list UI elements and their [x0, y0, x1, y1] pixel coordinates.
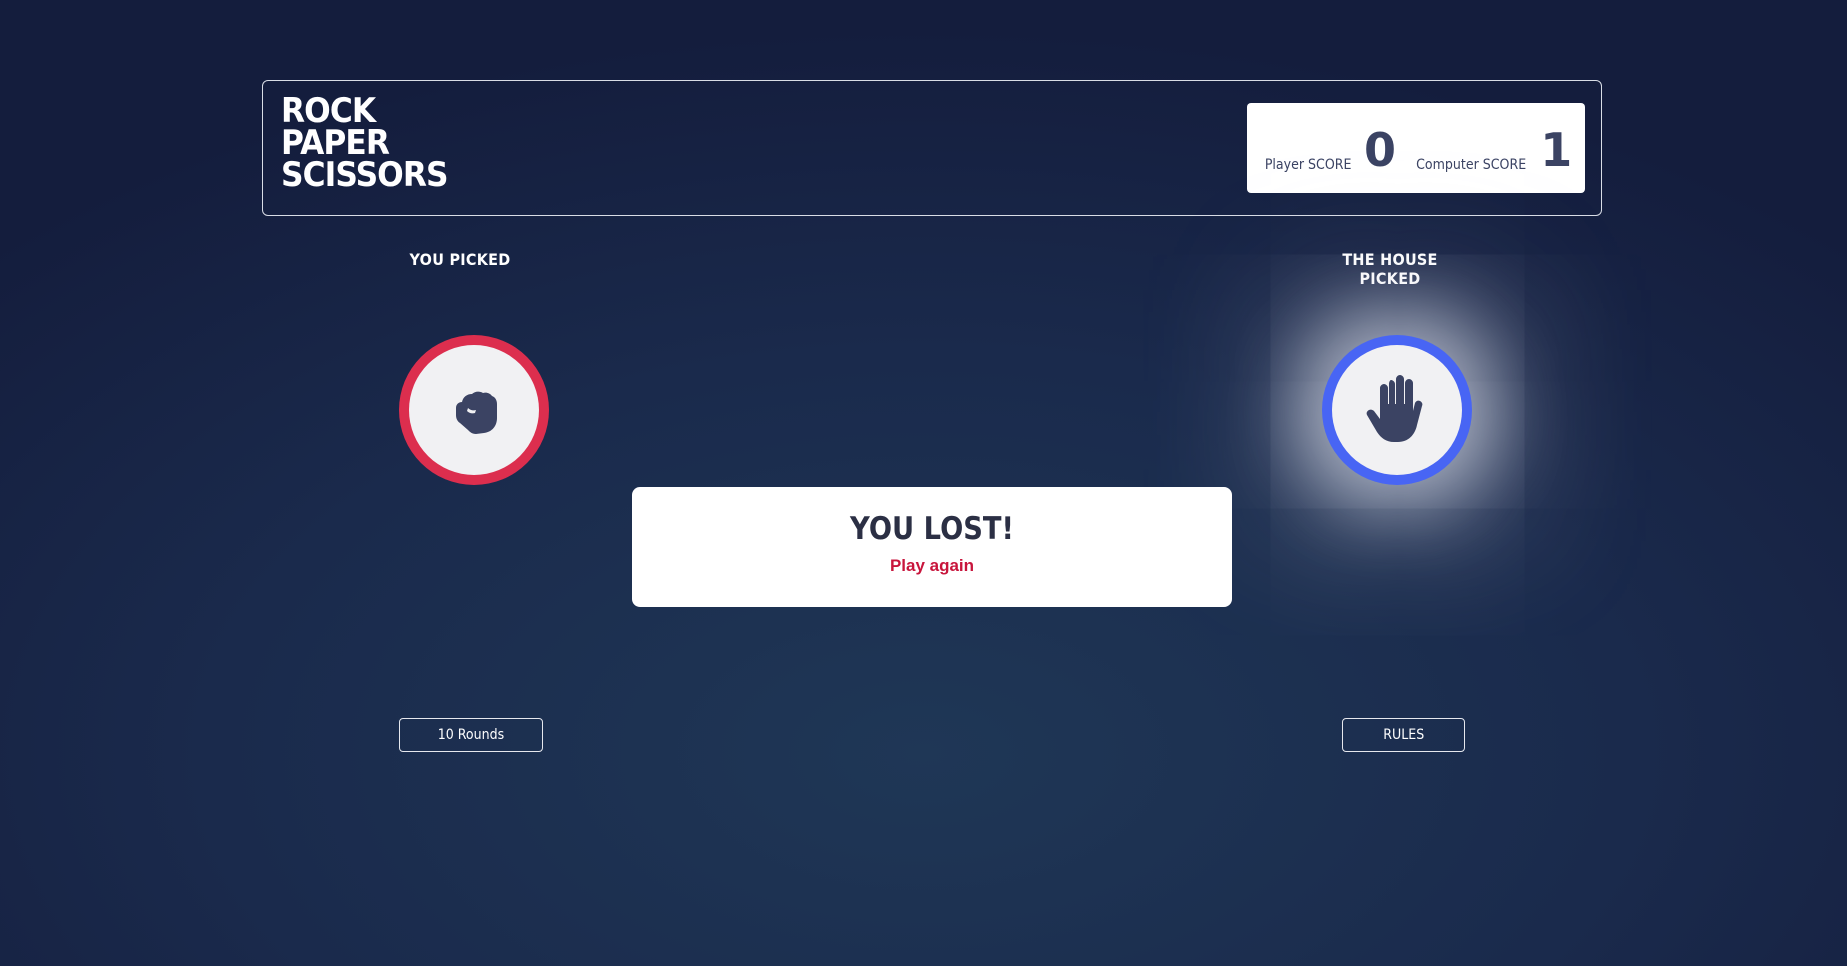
title-line-scissors: SCISSORS	[281, 155, 449, 195]
computer-score-value: 1	[1540, 123, 1573, 177]
score-box: Player SCORE 0 Computer SCORE 1	[1247, 103, 1585, 193]
paper-icon	[1366, 375, 1423, 442]
house-choice-token	[1322, 335, 1472, 485]
rounds-button[interactable]: 10 Rounds	[399, 718, 543, 752]
play-again-button[interactable]: Play again	[632, 556, 1232, 576]
house-choice-inner	[1332, 345, 1462, 475]
rock-icon	[456, 391, 497, 434]
header-bar: ROCK PAPER SCISSORS Player SCORE 0 Compu…	[262, 80, 1602, 216]
rules-button-label: RULES	[1383, 727, 1424, 743]
computer-score-label: Computer SCORE	[1416, 157, 1527, 173]
game-title: ROCK PAPER SCISSORS	[281, 94, 449, 195]
player-choice-inner	[409, 345, 539, 475]
result-text: YOU LOST!	[850, 511, 1014, 547]
player-choice-token	[399, 335, 549, 485]
result-card: YOU LOST! Play again	[632, 487, 1232, 607]
player-score-value: 0	[1363, 123, 1396, 177]
player-score-label: Player SCORE	[1264, 157, 1352, 173]
you-picked-label: YOU PICKED	[409, 250, 511, 269]
house-picked-label: THE HOUSE PICKED	[1342, 250, 1438, 288]
rounds-button-label: 10 Rounds	[437, 727, 505, 743]
rules-button[interactable]: RULES	[1342, 718, 1465, 752]
